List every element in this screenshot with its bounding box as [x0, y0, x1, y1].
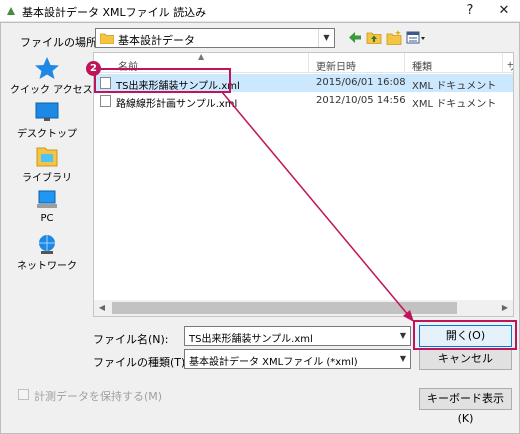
back-icon[interactable] — [348, 29, 362, 46]
help-button[interactable]: ? — [456, 0, 484, 22]
file-type: XML ドキュメント — [412, 81, 497, 92]
filename-input[interactable]: TS出来形舗装サンプル.xml ▼ — [184, 326, 411, 346]
place-quick-access[interactable]: クイック アクセス — [10, 56, 93, 98]
place-label: クイック アクセス — [10, 85, 93, 96]
pc-icon — [37, 190, 57, 208]
star-icon — [35, 57, 59, 79]
location-combo[interactable]: 基本設計データ ▼ — [95, 28, 335, 48]
column-type[interactable]: 種類 — [412, 58, 432, 73]
horizontal-scrollbar[interactable]: ◀ ▶ — [94, 300, 513, 316]
keep-measure-checkbox[interactable] — [18, 389, 29, 400]
place-pc[interactable]: PC — [10, 188, 84, 230]
sort-ascending-icon: ▲ — [198, 52, 205, 61]
step-number-badge: 2 — [86, 61, 101, 76]
cancel-button[interactable]: キャンセル — [419, 348, 512, 370]
highlight-file-box — [94, 68, 231, 93]
chevron-down-icon[interactable]: ▼ — [396, 327, 410, 345]
filename-value: TS出来形舗装サンプル.xml — [189, 334, 313, 345]
keyboard-button[interactable]: キーボード表示(K) — [419, 388, 512, 425]
network-icon — [39, 235, 55, 254]
filetype-label: ファイルの種類(T): — [93, 356, 190, 369]
column-size[interactable]: サ — [507, 58, 513, 73]
up-folder-icon[interactable] — [366, 29, 382, 46]
view-menu-icon[interactable] — [406, 29, 426, 46]
place-network[interactable]: ネットワーク — [10, 232, 84, 274]
desktop-icon — [35, 102, 59, 121]
filename-label: ファイル名(N): — [93, 333, 169, 346]
library-icon — [36, 147, 58, 167]
highlight-open-box — [413, 320, 517, 350]
place-label: PC — [40, 213, 54, 224]
column-date[interactable]: 更新日時 — [316, 58, 356, 73]
window-title: 基本設計データ XMLファイル 読込み — [22, 6, 207, 19]
location-value: 基本設計データ — [118, 34, 195, 47]
place-label: デスクトップ — [17, 129, 77, 140]
scroll-left-icon[interactable]: ◀ — [94, 300, 110, 316]
places-bar: クイック アクセス デスクトップ ライブラリ PC ネットワーク — [10, 52, 93, 317]
place-label: ネットワーク — [17, 261, 77, 272]
scroll-right-icon[interactable]: ▶ — [497, 300, 513, 316]
filetype-value: 基本設計データ XMLファイル (*xml) — [189, 357, 358, 368]
folder-icon — [100, 33, 114, 44]
column-divider[interactable] — [502, 53, 503, 73]
file-date: 2012/10/05 14:56 — [316, 95, 406, 106]
close-button[interactable]: ✕ — [490, 0, 518, 22]
place-library[interactable]: ライブラリ — [10, 144, 84, 186]
file-row[interactable]: 路線線形計画サンプル.xml 2012/10/05 14:56 XML ドキュメ… — [94, 92, 513, 110]
chevron-down-icon[interactable]: ▼ — [318, 29, 334, 47]
app-icon — [7, 7, 15, 15]
file-date: 2015/06/01 16:08 — [316, 77, 406, 88]
place-desktop[interactable]: デスクトップ — [10, 100, 84, 142]
column-divider[interactable] — [308, 53, 309, 73]
scrollbar-thumb[interactable] — [112, 302, 457, 314]
file-name: 路線線形計画サンプル.xml — [116, 99, 238, 110]
title-bar: 基本設計データ XMLファイル 読込み ? ✕ — [0, 0, 520, 22]
keep-measure-label: 計測データを保持する(M) — [34, 390, 163, 403]
file-type: XML ドキュメント — [412, 99, 497, 110]
column-divider[interactable] — [404, 53, 405, 73]
place-label: ライブラリ — [22, 173, 72, 184]
chevron-down-icon[interactable]: ▼ — [396, 350, 410, 368]
xml-file-icon — [100, 95, 111, 107]
new-folder-icon[interactable] — [386, 29, 402, 46]
filetype-select[interactable]: 基本設計データ XMLファイル (*xml) ▼ — [184, 349, 411, 369]
